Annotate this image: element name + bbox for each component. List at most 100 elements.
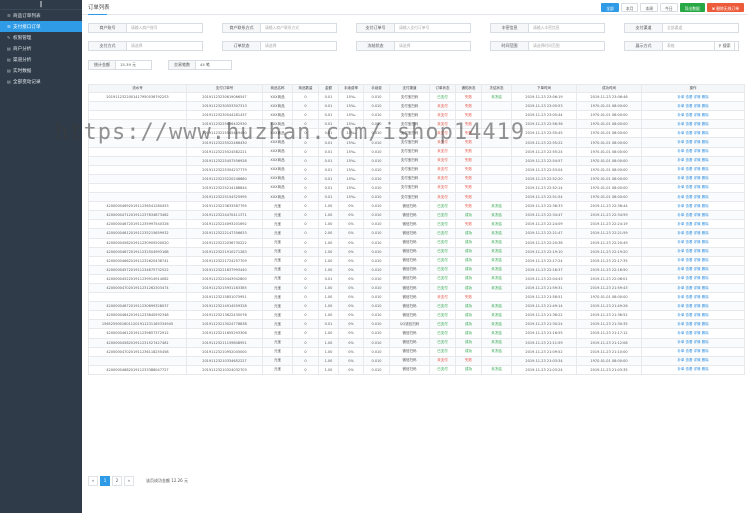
row-actions[interactable]: 补单 查看 详情 删除 <box>641 355 745 366</box>
sidebar-item-1[interactable]: ☰ 支付接口订单 <box>0 21 82 32</box>
filter-input[interactable]: 请选择 <box>395 41 471 51</box>
table-cell: 0 <box>292 255 319 266</box>
page-title[interactable]: 订单列表 <box>88 3 110 11</box>
row-actions[interactable]: 补单 查看 详情 删除 <box>641 319 745 330</box>
filter-input[interactable]: 请选择时间范围 <box>529 41 605 51</box>
row-actions[interactable]: 补单 查看 详情 删除 <box>641 164 745 175</box>
filter-input[interactable]: 请输入商户账号 <box>127 23 203 33</box>
row-actions[interactable]: 补单 查看 详情 删除 <box>641 246 745 257</box>
sidebar-item-3[interactable]: ▤ 商户分析 <box>0 43 82 54</box>
table-cell: 4200000458201911231527427481 <box>88 337 187 348</box>
row-actions[interactable]: 补单 查看 详情 删除 <box>641 119 745 130</box>
filter-input[interactable]: 全部渠道 <box>663 23 739 33</box>
table-cell: 2019-11-23 22:16:50 <box>576 264 642 275</box>
table-cell: 2019-11-23 21:49:14 <box>511 301 577 312</box>
active-tab-indicator <box>88 14 107 15</box>
filter-input[interactable]: 请输入商户联系方式 <box>261 23 337 33</box>
row-actions[interactable]: 补单 查看 详情 删除 <box>641 128 745 139</box>
row-actions[interactable]: 补单 查看 详情 删除 <box>641 310 745 321</box>
row-actions[interactable]: 补单 查看 详情 删除 <box>641 101 745 112</box>
sidebar-item-2[interactable]: ✎ 权限管理 <box>0 32 82 43</box>
column-header[interactable]: 支付订单号 <box>186 84 263 93</box>
row-actions[interactable]: 补单 查看 详情 删除 <box>641 255 745 266</box>
column-header[interactable]: 冻结状态 <box>481 84 512 93</box>
filter-row2-0: 支付方式 请选择 <box>88 41 203 51</box>
range-button-4[interactable]: 导出数据 <box>679 3 705 12</box>
row-actions[interactable]: 补单 查看 详情 删除 <box>641 364 745 375</box>
table-cell: 已支付 <box>429 273 456 284</box>
filter-input[interactable]: 请输入支付订单号 <box>395 23 471 33</box>
table-cell: 1970-01-01 08:00:00 <box>576 110 642 121</box>
row-actions[interactable]: 补单 查看 详情 删除 <box>641 201 745 212</box>
column-header[interactable]: 下单时间 <box>511 84 577 93</box>
row-actions[interactable]: 补单 查看 详情 删除 <box>641 173 745 184</box>
row-actions[interactable]: 补单 查看 详情 删除 <box>641 264 745 275</box>
row-actions[interactable]: 补单 查看 详情 删除 <box>641 210 745 221</box>
row-actions[interactable]: 补单 查看 详情 删除 <box>641 182 745 194</box>
table-cell: 失败 <box>455 182 482 194</box>
sidebar-item-6[interactable]: ▤ 全部变动记录 <box>0 76 82 87</box>
page-2-button[interactable]: 2 <box>112 476 122 486</box>
column-header[interactable]: 流水号 <box>88 84 187 93</box>
row-actions[interactable]: 补单 查看 详情 删除 <box>641 337 745 348</box>
row-actions[interactable]: 补单 查看 详情 删除 <box>641 146 745 157</box>
row-actions[interactable]: 补单 查看 详情 删除 <box>641 137 745 148</box>
range-button-0[interactable]: 全部 <box>601 3 619 12</box>
table-cell: 未支付 <box>429 192 456 203</box>
column-header[interactable]: 商品数量 <box>292 84 319 93</box>
range-button-1[interactable]: 本月 <box>620 3 639 12</box>
table-cell: XXX商品 <box>262 146 293 157</box>
column-header[interactable]: 通知状态 <box>455 84 482 93</box>
row-actions[interactable]: 补单 查看 详情 删除 <box>641 273 745 284</box>
sidebar-item-5[interactable]: ▤ 实时数据 <box>0 65 82 76</box>
table-cell: 0 <box>292 346 319 357</box>
row-actions[interactable]: 补单 查看 详情 删除 <box>641 282 745 294</box>
filter-input[interactable]: 请选择 <box>261 41 337 51</box>
filter-row2-1: 订单状态 请选择 <box>222 41 337 51</box>
next-page-button[interactable]: » <box>124 476 134 486</box>
range-button-2[interactable]: 本周 <box>640 3 659 12</box>
column-header[interactable]: 手续费率 <box>338 84 364 93</box>
sidebar-collapse-toggle[interactable]: ‖ <box>0 0 82 10</box>
column-header[interactable]: 金额 <box>318 84 339 93</box>
row-actions[interactable]: 补单 查看 详情 删除 <box>641 301 745 312</box>
table-cell: 0.010 <box>363 310 390 321</box>
range-button-3[interactable]: 今日 <box>660 3 678 12</box>
prev-page-button[interactable]: « <box>88 476 98 486</box>
table-cell: 1.00 <box>318 219 339 230</box>
row-actions[interactable]: 补单 查看 详情 删除 <box>641 328 745 339</box>
search-button[interactable]: ⚲ 搜索 <box>714 41 735 51</box>
table-cell <box>481 182 512 194</box>
pagination: « 1 2 » 该页成功金额 12.26 元 <box>88 476 188 486</box>
column-header[interactable]: 成功时间 <box>576 84 642 93</box>
filter-row1-1: 商户联系方式 请输入商户联系方式 <box>222 23 337 33</box>
row-actions[interactable]: 补单 查看 详情 删除 <box>641 155 745 166</box>
table-cell: 微信扫码 <box>389 328 430 339</box>
row-actions[interactable]: 补单 查看 详情 删除 <box>641 237 745 248</box>
column-header[interactable]: 支付渠道 <box>389 84 430 93</box>
sidebar-item-4[interactable]: ▤ 渠道分析 <box>0 54 82 65</box>
table-cell: 4200000469201911236541280453 <box>88 201 187 212</box>
filter-input[interactable]: 请输入丰密信息 <box>529 23 605 33</box>
column-header[interactable]: 操作 <box>641 84 745 93</box>
page-1-button[interactable]: 1 <box>100 476 110 486</box>
row-actions[interactable]: 补单 查看 详情 删除 <box>641 91 745 103</box>
filter-input[interactable]: 请选择 <box>127 41 203 51</box>
table-cell: 20191123223633587795 <box>186 201 263 212</box>
sidebar-item-0[interactable]: ☰ 商品订单列表 <box>0 10 82 21</box>
row-actions[interactable]: 补单 查看 详情 删除 <box>641 292 745 303</box>
row-actions[interactable]: 补单 查看 详情 删除 <box>641 346 745 357</box>
row-actions[interactable]: 补单 查看 详情 删除 <box>641 219 745 230</box>
range-button-5[interactable]: ✖ 删除无效订单 <box>706 3 744 12</box>
filter-label: 冻结状态 <box>356 41 395 51</box>
table-row: 15652590016011201911231165334945 20191123… <box>88 319 745 330</box>
row-actions[interactable]: 补单 查看 详情 删除 <box>641 228 745 239</box>
row-actions[interactable]: 补单 查看 详情 删除 <box>641 192 745 203</box>
column-header[interactable]: 手续费 <box>363 84 390 93</box>
row-actions[interactable]: 补单 查看 详情 删除 <box>641 110 745 121</box>
stat-value: 44 笔 <box>196 60 232 70</box>
table-cell <box>88 292 187 303</box>
table-cell: 未支付 <box>429 155 456 166</box>
column-header[interactable]: 订单状态 <box>429 84 456 93</box>
column-header[interactable]: 商品名称 <box>262 84 293 93</box>
